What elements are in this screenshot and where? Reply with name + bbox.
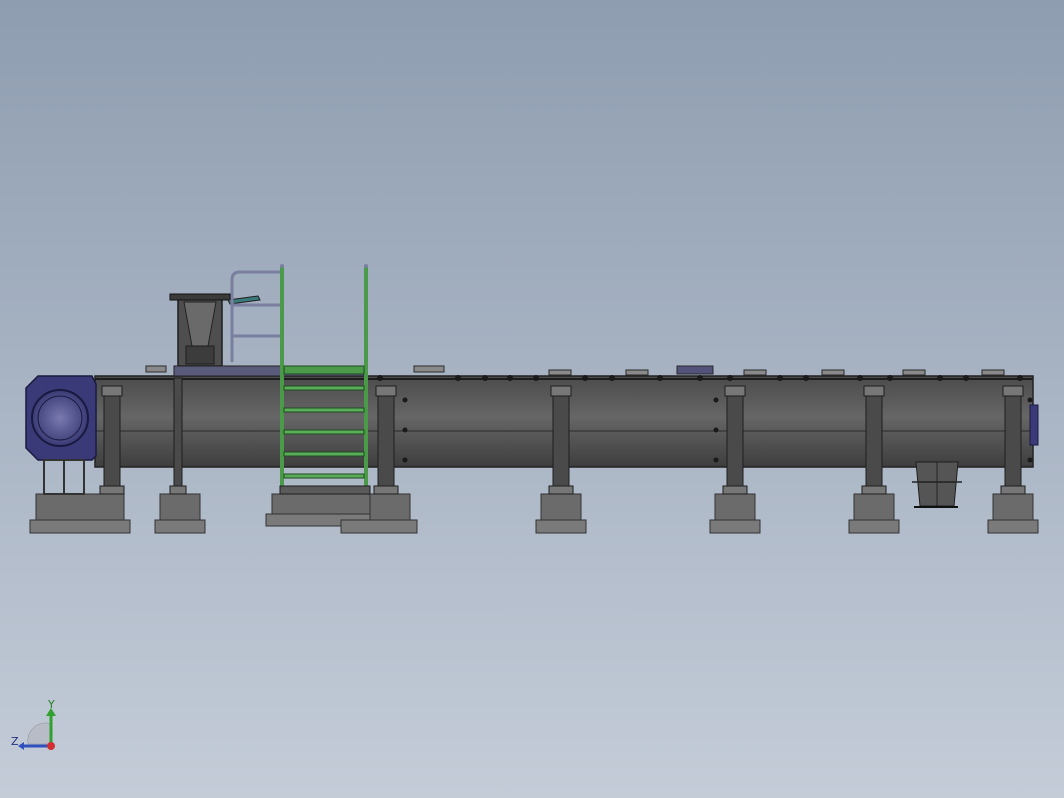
triad-base-icon [27,722,53,745]
z-axis-label: Z [11,735,19,748]
foundation-block-3 [265,493,418,534]
foundation-block-6 [848,493,900,534]
foundation-block-1 [29,493,131,534]
foundations [29,493,1039,534]
drive-end-cap [25,375,97,495]
foundation-block-7 [987,493,1039,534]
discharge-chute [912,461,962,508]
orientation-triad[interactable]: Y Z [8,700,68,760]
foundation-block-4 [535,493,587,534]
z-axis-arrowhead-icon [18,742,24,750]
cad-viewport[interactable]: Y Z [0,0,1064,798]
cad-model-scene[interactable] [0,0,1064,798]
foundation-block-5 [709,493,761,534]
foundation-block-2 [154,493,206,534]
right-end-cap [1029,404,1039,446]
x-axis-dot-icon [47,742,55,750]
y-axis-label: Y [47,700,55,711]
platform-railing [230,270,282,362]
